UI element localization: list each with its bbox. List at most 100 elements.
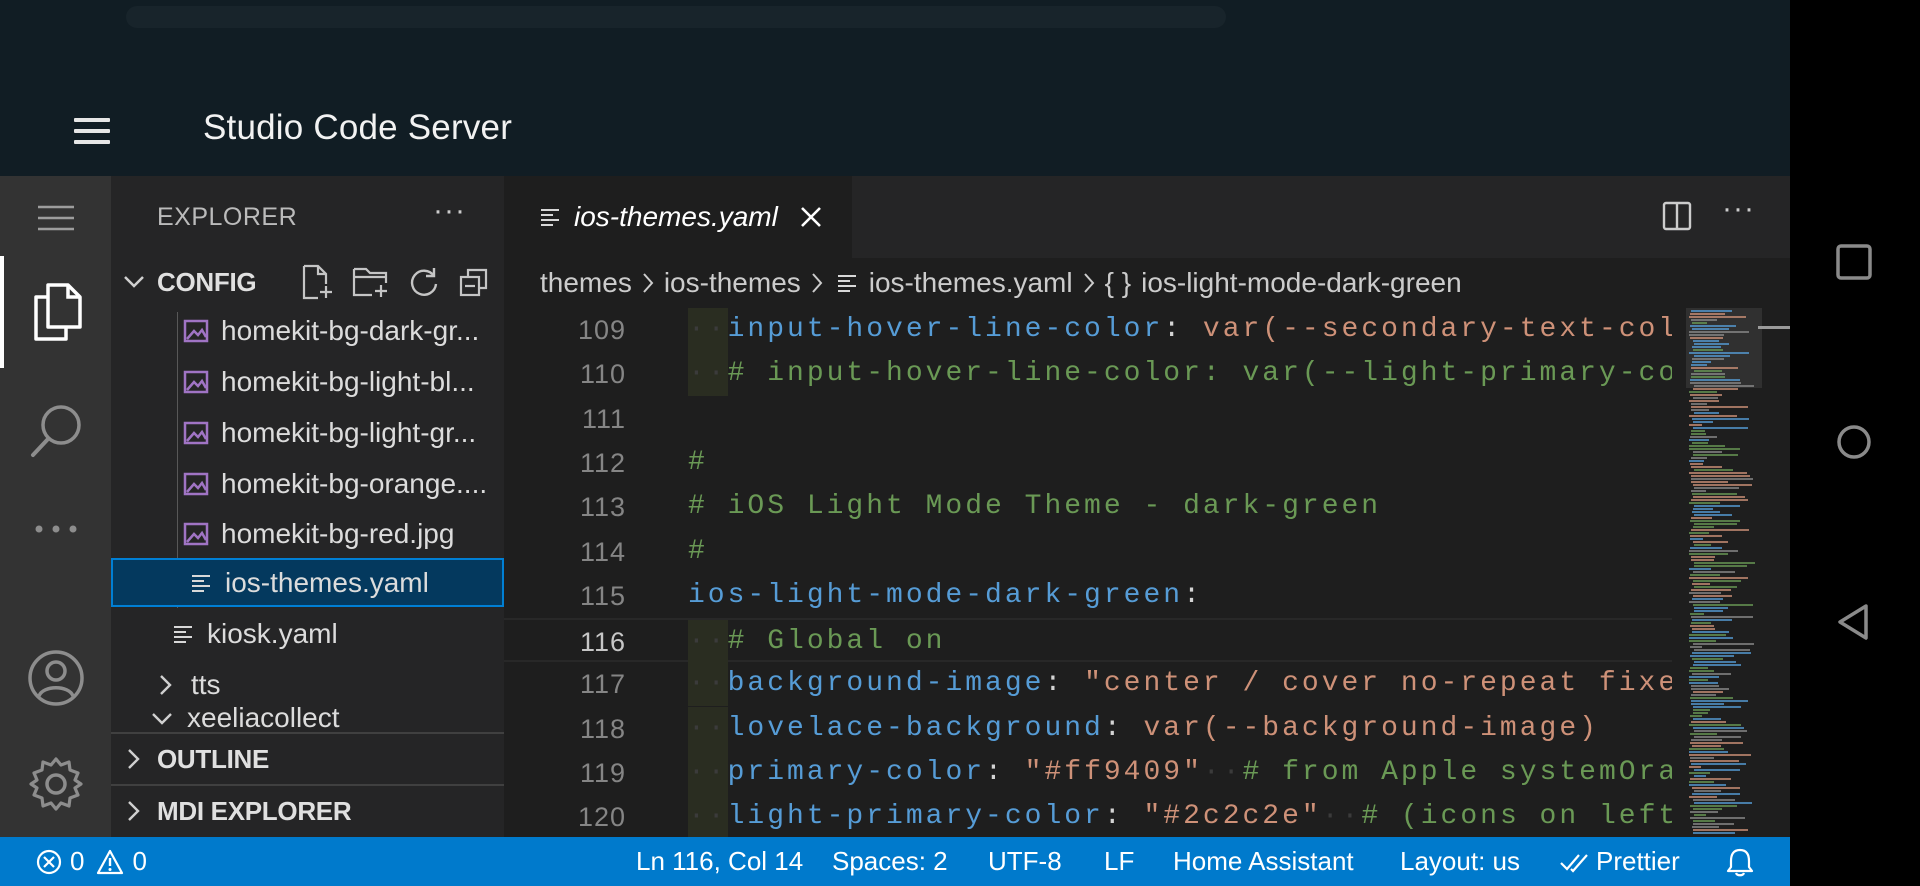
language-mode[interactable]: Home Assistant (1173, 837, 1354, 886)
minimap-line (1689, 634, 1726, 636)
code-token: light-primary-color (727, 801, 1104, 833)
minimap-line (1689, 670, 1714, 672)
application-menu-icon[interactable] (0, 194, 111, 242)
cursor-position[interactable]: Ln 116, Col 14 (636, 837, 803, 886)
code-token: primary-color (727, 757, 986, 788)
minimap-line (1691, 319, 1717, 321)
minimap-line (1690, 337, 1723, 339)
outline-section-header[interactable]: OUTLINE (111, 735, 504, 783)
close-tab-icon[interactable] (800, 206, 822, 228)
tree-file-image[interactable]: homekit-bg-light-bl... (111, 357, 504, 406)
encoding-status[interactable]: UTF-8 (988, 837, 1062, 886)
code-line[interactable]: 115 ios-light-mode-dark-green: (504, 574, 1672, 618)
code-line[interactable]: 109 ··input-hover-line-color: var(--secon… (504, 308, 1672, 352)
minimap-line (1694, 649, 1750, 651)
editor-tab-active[interactable]: ios-themes.yaml (504, 176, 852, 258)
home-circle-icon[interactable] (1834, 422, 1874, 462)
chevron-right-icon (812, 273, 823, 293)
account-icon[interactable] (0, 638, 111, 718)
minimap-line (1693, 427, 1748, 429)
minimap-line (1691, 490, 1706, 492)
tree-file-image[interactable]: homekit-bg-orange.... (111, 459, 504, 508)
code-line[interactable]: 111 (504, 397, 1672, 441)
breadcrumb-item[interactable]: ios-themes.yaml (869, 267, 1073, 299)
explorer-files-icon[interactable] (0, 256, 111, 368)
minimap-line (1690, 811, 1718, 813)
tree-file-image[interactable]: homekit-bg-dark-gr... (111, 306, 504, 355)
problems-status[interactable]: 0 0 (36, 837, 147, 886)
prettier-status[interactable]: Prettier (1560, 837, 1680, 886)
minimap-line (1691, 529, 1749, 531)
minimap-line (1691, 403, 1707, 405)
image-file-icon (183, 472, 209, 495)
tree-file-image[interactable]: homekit-bg-light-gr... (111, 408, 504, 457)
minimap-line (1693, 712, 1708, 714)
split-editor-icon[interactable] (1662, 201, 1692, 231)
code-text: ··input-hover-line-color: var(--secondar… (688, 308, 1672, 352)
minimap-line (1693, 799, 1735, 801)
breadcrumb-item[interactable]: ios-themes (664, 267, 801, 299)
minimap-line (1689, 592, 1721, 594)
tree-file-yaml[interactable]: kiosk.yaml (111, 609, 504, 658)
minimap-line (1694, 565, 1747, 567)
minimap-line (1690, 667, 1708, 669)
notifications-bell-icon[interactable] (1726, 837, 1754, 886)
refresh-icon[interactable] (408, 266, 440, 298)
search-icon[interactable] (0, 386, 111, 476)
minimap-line (1692, 511, 1720, 513)
minimap-line (1694, 469, 1733, 471)
editor-more-actions-button[interactable]: ··· (1722, 192, 1755, 226)
minimap-line (1692, 652, 1751, 654)
minimap-line (1690, 535, 1722, 537)
minimap-line (1691, 409, 1709, 411)
recents-square-icon[interactable] (1834, 242, 1874, 282)
minimap-line (1691, 481, 1728, 483)
code-line[interactable]: 118 ··lovelace-background: var(--backgrou… (504, 706, 1672, 751)
code-token: "#ff9409" (1024, 757, 1203, 788)
code-line[interactable]: 120 ··light-primary-color: "#2c2c2e"··# (… (504, 795, 1672, 837)
collapse-all-icon[interactable] (458, 266, 490, 298)
more-views-icon[interactable] (0, 494, 111, 564)
minimap-line (1693, 808, 1722, 810)
code-token: ·· (688, 751, 728, 795)
new-folder-icon[interactable] (352, 265, 390, 299)
minimap-line (1689, 400, 1719, 402)
object-braces-icon: { } (1104, 267, 1132, 298)
code-line[interactable]: 117 ··background-image: "center / cover n… (504, 662, 1672, 707)
chevron-right-icon (1083, 273, 1094, 293)
hamburger-menu-icon[interactable] (74, 118, 110, 144)
code-line[interactable]: 114 # (504, 530, 1672, 574)
mdi-explorer-section-header[interactable]: MDI EXPLORER (111, 787, 504, 835)
minimap-line (1691, 763, 1746, 765)
settings-gear-icon[interactable] (0, 744, 111, 824)
code-line[interactable]: 112 # (504, 441, 1672, 485)
minimap-line (1692, 328, 1729, 330)
tree-folder[interactable]: tts (111, 660, 504, 709)
breadcrumb-item[interactable]: themes (540, 267, 632, 299)
code-line[interactable]: 110 ··# input-hover-line-color: var(--lig… (504, 352, 1672, 397)
text-file-icon (192, 574, 210, 592)
code-text: # (688, 441, 708, 485)
minimap-line (1689, 754, 1751, 756)
minimap-line (1693, 508, 1713, 510)
minimap-line (1694, 385, 1754, 387)
tree-file-image[interactable]: homekit-bg-red.jpg (111, 509, 504, 558)
code-line[interactable]: 113 # iOS Light Mode Theme - dark-green (504, 485, 1672, 529)
config-section-header[interactable]: CONFIG (111, 258, 504, 306)
code-line[interactable]: 119 ··primary-color: "#ff9409"··# from Ap… (504, 751, 1672, 795)
explorer-more-actions-button[interactable]: ··· (433, 194, 466, 228)
code-line[interactable]: 116 ··# Global on (504, 618, 1672, 665)
code-text: ··# input-hover-line-color: var(--light-… (688, 352, 1672, 397)
back-triangle-icon[interactable] (1834, 602, 1874, 642)
code-text: ··light-primary-color: "#2c2c2e"··# (ico… (688, 795, 1672, 837)
breadcrumb-item[interactable]: ios-light-mode-dark-green (1141, 267, 1462, 299)
code-editor[interactable]: 109 ··input-hover-line-color: var(--secon… (504, 308, 1672, 837)
keyboard-layout[interactable]: Layout: us (1400, 837, 1520, 886)
tree-folder-partial[interactable]: xeeliacollect (111, 704, 504, 730)
indentation-status[interactable]: Spaces: 2 (832, 837, 948, 886)
section-divider (111, 784, 504, 786)
minimap[interactable] (1686, 308, 1762, 837)
new-file-icon[interactable] (300, 264, 334, 300)
eol-status[interactable]: LF (1104, 837, 1134, 886)
tree-file-selected[interactable]: ios-themes.yaml (111, 558, 504, 607)
